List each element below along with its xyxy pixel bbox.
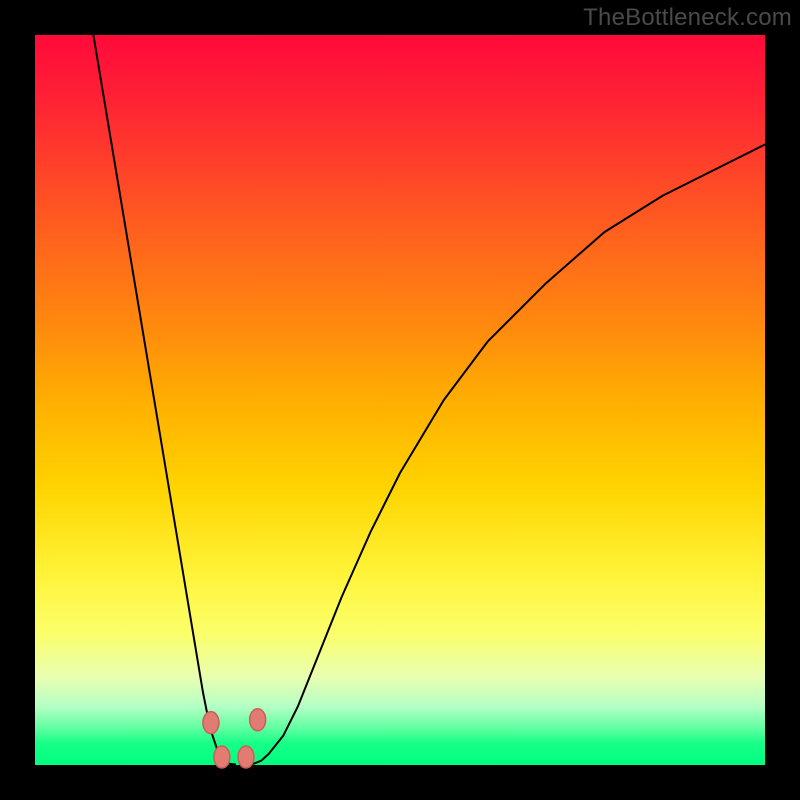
chart-frame: TheBottleneck.com xyxy=(0,0,800,800)
marker-dot-0 xyxy=(203,712,219,734)
watermark-text: TheBottleneck.com xyxy=(583,4,792,32)
curve-right xyxy=(247,145,765,765)
marker-dot-1 xyxy=(214,746,230,768)
curve-left xyxy=(93,35,235,764)
marker-dot-3 xyxy=(250,709,266,731)
chart-svg xyxy=(35,35,765,765)
plot-area xyxy=(35,35,765,765)
marker-dot-2 xyxy=(238,746,254,768)
marker-group xyxy=(203,709,266,768)
